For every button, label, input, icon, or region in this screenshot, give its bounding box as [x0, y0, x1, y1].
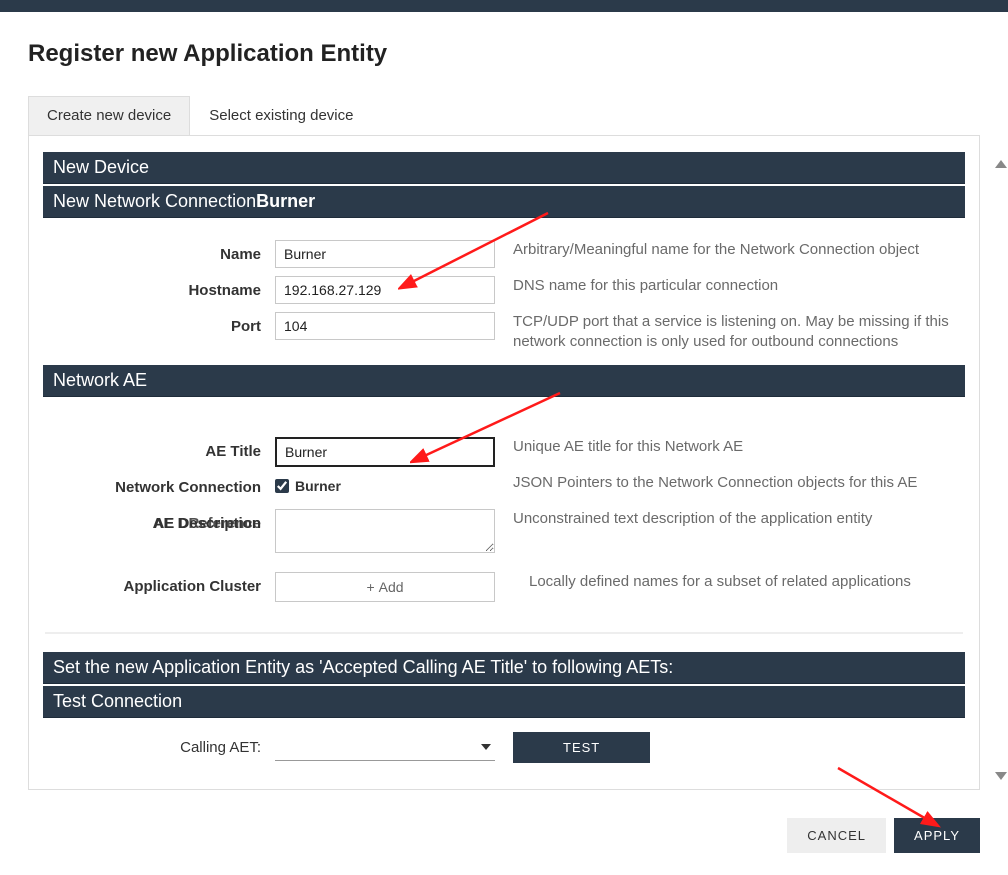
- help-hostname: DNS name for this particular connection: [495, 276, 961, 296]
- tabs: Create new device Select existing device: [28, 96, 980, 135]
- help-ae-title: Unique AE title for this Network AE: [495, 437, 961, 457]
- ae-description-input[interactable]: [275, 509, 495, 553]
- ae-title-input[interactable]: [275, 437, 495, 467]
- label-hostname: Hostname: [47, 276, 275, 306]
- hostname-input[interactable]: [275, 276, 495, 304]
- chevron-down-icon: [481, 744, 491, 750]
- section-new-conn-prefix: New Network Connection: [53, 191, 256, 211]
- section-accepted-ae: Set the new Application Entity as 'Accep…: [43, 652, 965, 684]
- test-button[interactable]: TEST: [513, 732, 650, 763]
- section-new-conn-name: Burner: [256, 191, 315, 211]
- tab-select-existing-device[interactable]: Select existing device: [190, 96, 372, 135]
- tab-create-new-device[interactable]: Create new device: [28, 96, 190, 135]
- help-ae-description: Unconstrained text description of the ap…: [495, 509, 961, 529]
- help-network-connection: JSON Pointers to the Network Connection …: [495, 473, 961, 493]
- calling-aet-select[interactable]: [275, 733, 495, 761]
- label-port: Port: [47, 312, 275, 342]
- form-panel: New Device New Network ConnectionBurner …: [28, 135, 980, 790]
- label-name: Name: [47, 240, 275, 270]
- help-name: Arbitrary/Meaningful name for the Networ…: [495, 240, 961, 260]
- section-new-network-connection: New Network ConnectionBurner: [43, 186, 965, 218]
- network-connection-checkbox[interactable]: [275, 479, 289, 493]
- network-connection-checkbox-label: Burner: [295, 478, 341, 494]
- label-network-connection: Network Connection: [47, 473, 275, 503]
- divider: [45, 632, 963, 634]
- port-input[interactable]: [275, 312, 495, 340]
- application-cluster-add-button[interactable]: + Add: [275, 572, 495, 602]
- label-ae-title: AE Title: [47, 437, 275, 467]
- apply-button[interactable]: APPLY: [894, 818, 980, 853]
- label-calling-aet: Calling AET:: [47, 739, 275, 756]
- add-label: Add: [379, 579, 404, 595]
- help-application-cluster: Locally defined names for a subset of re…: [495, 572, 961, 592]
- label-application-cluster: Application Cluster: [47, 572, 275, 602]
- section-new-device: New Device: [43, 152, 965, 184]
- page-title: Register new Application Entity: [28, 40, 980, 68]
- section-test-connection: Test Connection: [43, 686, 965, 718]
- help-port: TCP/UDP port that a service is listening…: [495, 312, 961, 353]
- section-network-ae: Network AE: [43, 365, 965, 397]
- plus-icon: +: [366, 579, 374, 595]
- top-bar: [0, 0, 1008, 12]
- name-input[interactable]: [275, 240, 495, 268]
- cancel-button[interactable]: CANCEL: [787, 818, 886, 853]
